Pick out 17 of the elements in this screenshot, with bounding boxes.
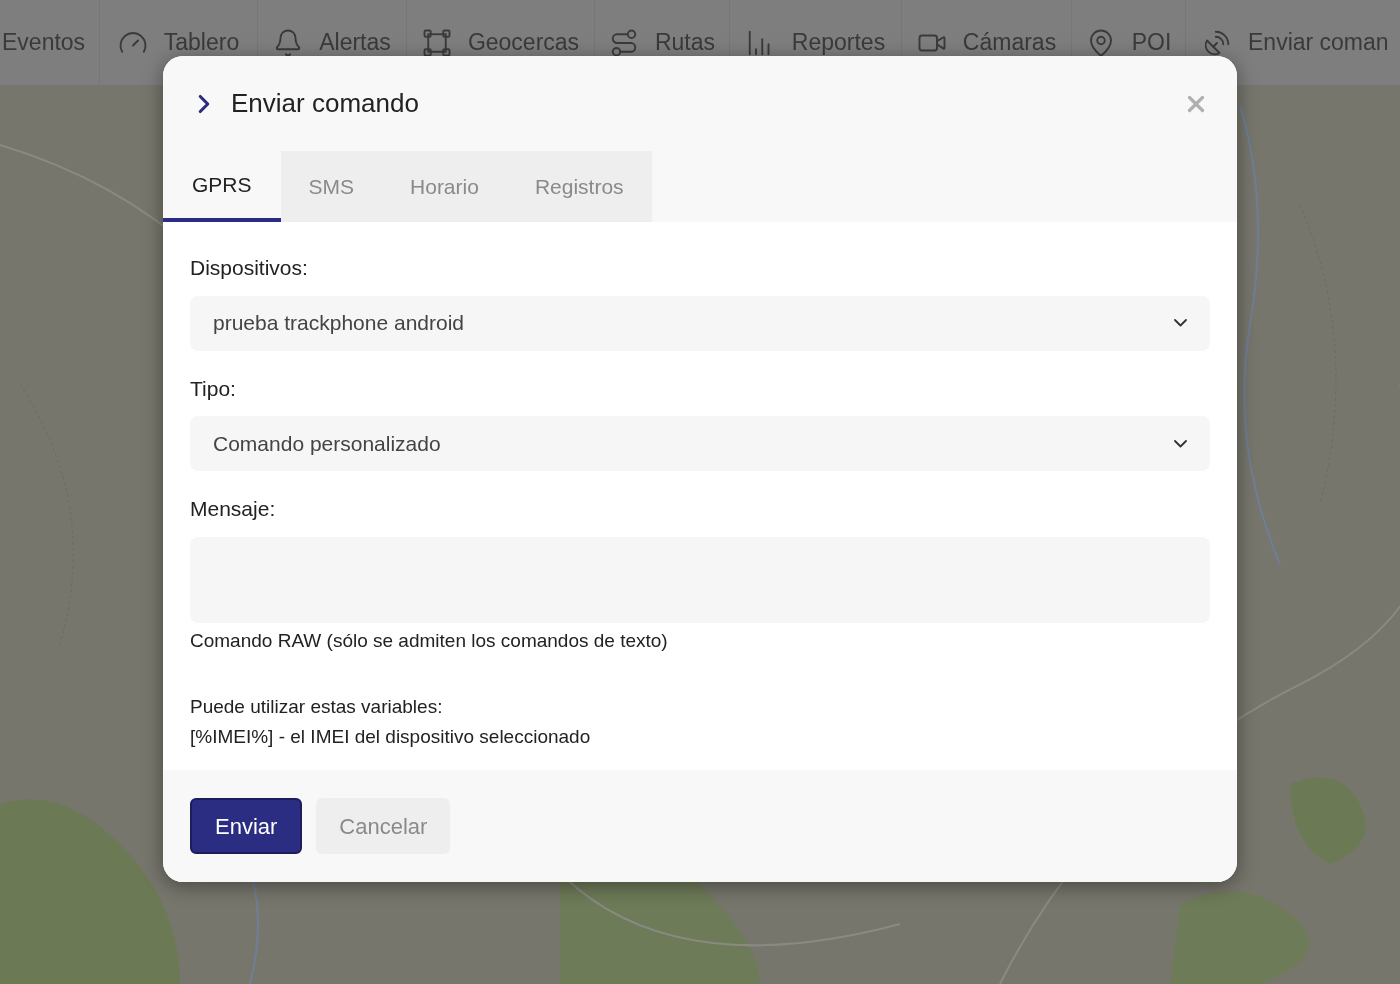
note-text: [%IMEI%] - el IMEI del dispositivo seleccionado [190,725,592,749]
field-label: Mensaje: [190,496,277,522]
chevron-down-icon [1174,319,1187,327]
note-text: Puede utilizar estas variables: [190,695,444,719]
dialog-title: Enviar comando [231,87,420,120]
select-field[interactable]: prueba trackphone android [190,295,1210,351]
field-label: Dispositivos: [190,255,309,281]
select-field[interactable]: Comando personalizado [190,416,1210,471]
tab[interactable]: Registros [506,151,652,222]
send-button[interactable]: Enviar [190,798,303,854]
cancel-button[interactable]: Cancelar [316,798,451,854]
chevron-down-icon [1174,439,1187,448]
help-text: Comando RAW (sólo se admiten los comandos de texto) [190,628,669,653]
tab[interactable]: Horario [382,151,507,222]
field-label: Tipo: [190,375,237,402]
geofence-icon [421,27,452,58]
tab[interactable]: SMS [280,151,383,222]
